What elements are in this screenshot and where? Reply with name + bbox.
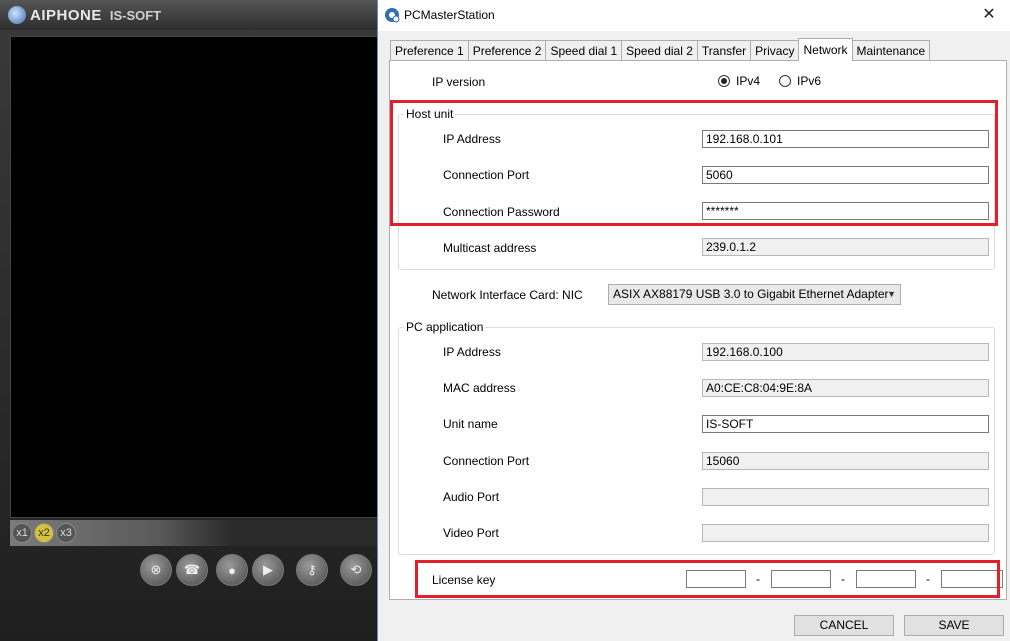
end-call-icon[interactable]: ⊗ [140, 554, 172, 586]
pc-connection-port-label: Connection Port [443, 454, 530, 468]
zoom-x3-button[interactable]: x3 [56, 523, 76, 543]
ipv4-radio[interactable] [718, 75, 730, 87]
tab-bar: Preference 1 Preference 2 Speed dial 1 S… [390, 38, 931, 61]
video-port-label: Video Port [443, 526, 499, 540]
dialog-titlebar: PCMasterStation ✕ [378, 0, 1010, 31]
tab-speed-dial-1[interactable]: Speed dial 1 [545, 40, 623, 61]
tab-privacy[interactable]: Privacy [750, 40, 800, 61]
unit-name-input[interactable]: IS-SOFT [702, 415, 989, 433]
tab-speed-dial-2[interactable]: Speed dial 2 [621, 40, 698, 61]
video-port-field [702, 524, 989, 542]
screen: AIPHONE IS-SOFT x1 x2 x3 ⊗ ☎ ● ▶ ⚷ ⟲ PCM… [0, 0, 1010, 641]
chevron-down-icon: ▼ [887, 289, 896, 299]
unit-name-label: Unit name [443, 417, 498, 431]
handset-icon[interactable]: ☎ [176, 554, 208, 586]
nic-label: Network Interface Card: NIC [432, 288, 583, 302]
save-button[interactable]: SAVE [904, 615, 1004, 636]
audio-port-field [702, 488, 989, 506]
pc-ip-address-field: 192.168.0.100 [702, 343, 989, 361]
tab-maintenance[interactable]: Maintenance [851, 40, 931, 61]
close-icon[interactable]: ✕ [977, 5, 1001, 27]
zoom-x1-button[interactable]: x1 [12, 523, 32, 543]
pc-application-title: PC application [404, 320, 486, 334]
play-icon[interactable]: ▶ [252, 554, 284, 586]
tab-preference-2[interactable]: Preference 2 [467, 40, 547, 61]
app-gear-icon [385, 8, 400, 23]
is-soft-titlebar: AIPHONE IS-SOFT [0, 0, 380, 30]
cancel-button[interactable]: CANCEL [794, 615, 894, 636]
mac-address-field: A0:CE:C8:04:9E:8A [702, 379, 989, 397]
ip-version-label: IP version [432, 75, 486, 89]
ipv6-label: IPv6 [797, 74, 822, 88]
ipv6-radio[interactable] [779, 75, 791, 87]
pc-connection-port-field: 15060 [702, 452, 989, 470]
video-display [10, 36, 380, 518]
pc-application-group [398, 327, 995, 555]
dialog-title: PCMasterStation [404, 8, 495, 22]
zoom-x2-button[interactable]: x2 [34, 523, 54, 543]
multicast-address-label: Multicast address [443, 241, 537, 255]
license-key-highlight [415, 560, 1000, 598]
ipv4-label: IPv4 [736, 74, 761, 88]
call-controls: ⊗ ☎ ● ▶ ⚷ ⟲ [130, 550, 380, 594]
door-release-key-icon[interactable]: ⚷ [296, 554, 328, 586]
is-soft-main-window: AIPHONE IS-SOFT x1 x2 x3 ⊗ ☎ ● ▶ ⚷ ⟲ [0, 0, 380, 641]
product-name: IS-SOFT [109, 7, 162, 23]
pcmasterstation-dialog: PCMasterStation ✕ Preference 1 Preferenc… [377, 0, 1010, 641]
tab-preference-1[interactable]: Preference 1 [390, 40, 469, 61]
nic-dropdown[interactable]: ASIX AX88179 USB 3.0 to Gigabit Ethernet… [608, 284, 901, 305]
option-icon[interactable]: ⟲ [340, 554, 372, 586]
multicast-address-field: 239.0.1.2 [702, 238, 989, 256]
nic-selected-value: ASIX AX88179 USB 3.0 to Gigabit Ethernet… [613, 287, 889, 301]
tab-transfer[interactable]: Transfer [696, 40, 752, 61]
record-icon[interactable]: ● [216, 554, 248, 586]
brand-name: AIPHONE [30, 6, 102, 24]
host-unit-highlight [390, 100, 998, 226]
tab-network[interactable]: Network [798, 38, 853, 61]
zoom-bar: x1 x2 x3 [10, 520, 380, 546]
pc-ip-address-label: IP Address [443, 345, 501, 359]
audio-port-label: Audio Port [443, 490, 500, 504]
aiphone-logo-icon [8, 6, 26, 24]
mac-address-label: MAC address [443, 381, 516, 395]
